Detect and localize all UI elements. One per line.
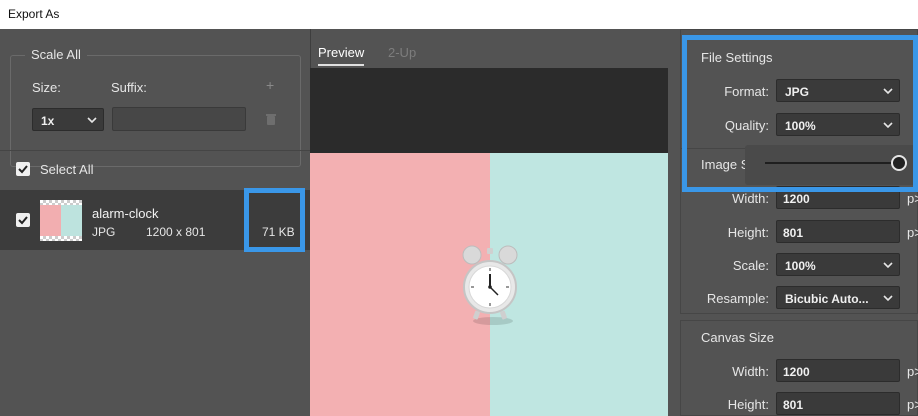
chevron-down-icon [87,117,97,124]
alarm-clock-image [462,245,518,325]
asset-name: alarm-clock [92,206,159,221]
size-label: Size: [32,80,61,95]
height-unit: p> [907,225,918,240]
tab-2-up[interactable]: 2-Up [388,45,416,60]
preview-canvas[interactable] [310,68,668,416]
scale-all-title: Scale All [25,47,87,62]
select-all-row[interactable]: Select All [0,150,311,188]
export-dialog: Scale All Size: Suffix: + 1x Select All [0,29,918,416]
tab-preview[interactable]: Preview [318,45,364,60]
asset-checkbox[interactable] [16,213,30,227]
canvas-size-title: Canvas Size [701,330,774,345]
filesize-highlight [244,188,305,252]
canvas-height-label: Height: [727,397,769,412]
height-value: 801 [783,226,804,240]
width-unit: p> [907,191,918,206]
resample-dropdown[interactable]: Bicubic Auto... [776,286,900,309]
canvas-size-section: Canvas Size Width: 1200 p> Height: 801 p… [680,320,918,416]
canvas-height-input[interactable]: 801 [776,392,900,415]
canvas-height-value: 801 [783,398,804,412]
select-all-checkbox[interactable] [16,162,30,176]
size-value: 1x [41,114,55,128]
resample-label: Resample: [706,291,769,306]
scale-label: Scale: [732,258,769,273]
canvas-width-value: 1200 [783,365,810,379]
canvas-width-label: Width: [732,364,769,379]
canvas-width-unit: p> [907,364,918,379]
trash-icon[interactable] [266,114,276,125]
file-settings-highlight [682,35,918,192]
suffix-input[interactable] [112,107,246,131]
add-scale-icon[interactable]: + [266,77,274,93]
checkmark-icon [18,216,28,225]
width-value: 1200 [783,192,810,206]
tab-active-indicator [318,64,364,66]
scale-value: 100% [785,259,816,273]
width-label: Width: [732,191,769,206]
size-dropdown[interactable]: 1x [32,108,104,131]
title-bar: Export As [0,0,918,29]
canvas-background [310,68,668,153]
chevron-down-icon [883,295,893,302]
asset-dimensions: 1200 x 801 [146,225,206,239]
chevron-down-icon [883,262,893,269]
asset-thumbnail [40,200,82,241]
select-all-label: Select All [40,162,94,177]
suffix-label: Suffix: [111,80,147,95]
asset-format: JPG [92,225,116,239]
window-title: Export As [8,7,60,21]
canvas-width-input[interactable]: 1200 [776,359,900,382]
scale-dropdown[interactable]: 100% [776,253,900,276]
height-input[interactable]: 801 [776,220,900,243]
resample-value: Bicubic Auto... [785,292,869,306]
height-label: Height: [727,225,769,240]
canvas-height-unit: p> [907,397,918,412]
checkmark-icon [18,165,28,174]
